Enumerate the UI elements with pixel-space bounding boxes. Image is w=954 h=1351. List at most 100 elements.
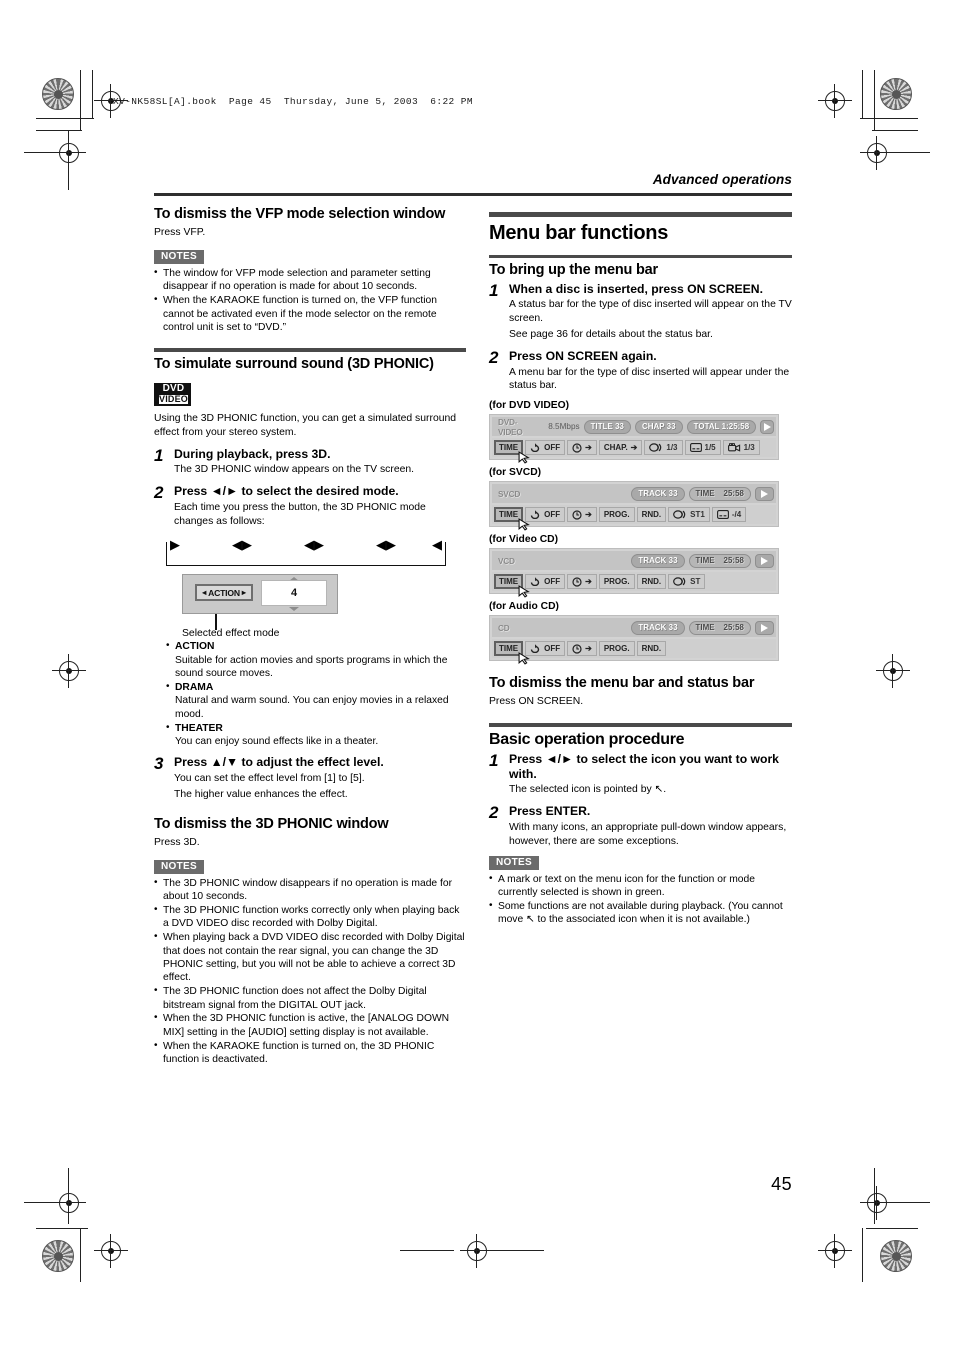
step-3-3d: 3 Press ▲/▼ to adjust the effect level. … bbox=[154, 755, 466, 801]
menu-button-label: RND. bbox=[641, 510, 662, 520]
panel-callout: Selected effect mode bbox=[182, 614, 382, 640]
menu-button-time[interactable]: TIME bbox=[494, 507, 524, 523]
step-title: When a disc is inserted, press ON SCREEN… bbox=[509, 281, 763, 296]
disc-type-label: VCD bbox=[498, 555, 515, 566]
menu-bar-row: TIME OFF ➔ CHAP. ➔ 1/3 1/5 1/3 bbox=[492, 438, 776, 464]
bitrate-label: 8.5Mbps bbox=[548, 422, 580, 432]
step-title: During playback, press 3D. bbox=[174, 446, 331, 461]
step-number: 1 bbox=[489, 751, 499, 771]
menu-button-label: TIME bbox=[499, 443, 519, 453]
step-desc-line1: A menu bar for the type of disc inserted… bbox=[509, 366, 790, 392]
menu-button-label: PROG. bbox=[603, 510, 630, 520]
menu-button-label: TIME bbox=[499, 510, 519, 520]
heading-3d-phonic: To simulate surround sound (3D PHONIC) bbox=[154, 355, 434, 372]
menu-button-time[interactable]: TIME bbox=[494, 440, 524, 456]
dvd-video-logo-icon: DVD VIDEO bbox=[154, 383, 192, 407]
menu-button-program[interactable]: PROG. bbox=[598, 641, 635, 657]
menu-button-random[interactable]: RND. bbox=[636, 641, 667, 657]
menu-button-label: CHAP. bbox=[603, 443, 628, 453]
track-chip: TRACK 33 bbox=[631, 486, 685, 501]
clock-icon bbox=[572, 644, 582, 654]
menu-button-repeat[interactable]: OFF bbox=[525, 507, 566, 523]
menu-button-repeat[interactable]: OFF bbox=[525, 574, 566, 590]
menu-button-label: OFF bbox=[544, 577, 561, 587]
audio-icon bbox=[673, 577, 686, 586]
step-number: 1 bbox=[154, 445, 164, 465]
play-status-icon bbox=[755, 486, 774, 501]
step-number: 2 bbox=[154, 483, 164, 503]
basic-operation-title: Basic operation procedure bbox=[489, 730, 685, 748]
step-number: 1 bbox=[489, 280, 499, 300]
menu-button-label: RND. bbox=[641, 577, 662, 587]
effect-mode-desc: Natural and warm sound. You can enjoy mo… bbox=[175, 695, 449, 720]
menu-button-program[interactable]: PROG. bbox=[598, 507, 635, 523]
cycle-arrow-start: ▶ bbox=[170, 537, 180, 553]
status-bar-row: CD TRACK 33 TIME 25:58 bbox=[492, 618, 776, 638]
menu-button-value: -/4 bbox=[731, 510, 742, 520]
menu-button-time-search[interactable]: ➔ bbox=[567, 507, 597, 523]
step-desc: Each time you press the button, the 3D P… bbox=[174, 501, 426, 527]
menu-button-program[interactable]: PROG. bbox=[598, 574, 635, 590]
menu-button-arrow: ➔ bbox=[630, 443, 638, 453]
notes-list-3d: The 3D PHONIC window disappears if no op… bbox=[154, 876, 466, 1067]
step-2-menu: 2 Press ON SCREEN again. A menu bar for … bbox=[489, 348, 792, 393]
level-down-caret-icon[interactable] bbox=[289, 607, 299, 612]
menu-button-value: 1/3 bbox=[666, 443, 678, 453]
left-column: To dismiss the VFP mode selection window… bbox=[154, 206, 466, 1067]
repeat-icon bbox=[530, 443, 540, 453]
menu-button-label: OFF bbox=[544, 644, 561, 654]
step-title: Press ON SCREEN again. bbox=[509, 348, 657, 363]
time-chip: TIME 25:58 bbox=[688, 620, 751, 635]
effect-mode-item: DRAMA Natural and warm sound. You can en… bbox=[166, 680, 466, 721]
dvd-logo-line1: DVD bbox=[162, 383, 185, 395]
note-item: When the KARAOKE function is turned on, … bbox=[154, 293, 466, 334]
menu-button-random[interactable]: RND. bbox=[636, 507, 667, 523]
effect-mode-label: ACTION bbox=[208, 587, 240, 598]
menu-button-label: ➔ bbox=[585, 510, 592, 520]
menu-button-repeat[interactable]: OFF bbox=[525, 641, 566, 657]
menu-button-label: ➔ bbox=[585, 577, 592, 587]
status-bar-row: SVCD TRACK 33 TIME 25:58 bbox=[492, 484, 776, 504]
menu-button-subtitle[interactable]: -/4 bbox=[711, 507, 747, 523]
step-title: Press ▲/▼ to adjust the effect level. bbox=[174, 755, 384, 770]
cycle-arrow-1: ◀▶ bbox=[232, 537, 252, 553]
running-head: Advanced operations bbox=[652, 172, 792, 187]
effect-level-value[interactable]: 4 bbox=[261, 580, 327, 607]
menu-button-random[interactable]: RND. bbox=[636, 574, 667, 590]
effect-mode-name: DRAMA bbox=[175, 682, 214, 694]
menu-button-angle[interactable]: 1/3 bbox=[722, 440, 760, 456]
clock-icon bbox=[572, 510, 582, 520]
osd-bar-video-cd: VCD TRACK 33 TIME 25:58 TIME OFF ➔ PROG.… bbox=[489, 548, 779, 598]
section-rule-basic-op bbox=[489, 723, 792, 727]
note-item: The window for VFP mode selection and pa… bbox=[154, 266, 466, 294]
menu-button-audio[interactable]: ST bbox=[668, 574, 706, 590]
osd-caption-vcd: (for Video CD) bbox=[489, 534, 559, 546]
effect-mode-button[interactable]: ◂ ACTION ▸ bbox=[195, 584, 253, 602]
time-chip: TIME 25:58 bbox=[688, 486, 751, 501]
cycle-arrow-3: ◀▶ bbox=[376, 537, 396, 553]
note-item: Some functions are not available during … bbox=[489, 899, 792, 927]
menu-button-audio[interactable]: ST1 bbox=[668, 507, 710, 523]
menu-button-time-search[interactable]: ➔ bbox=[567, 574, 597, 590]
heading-dismiss-3d-window: To dismiss the 3D PHONIC window bbox=[154, 815, 389, 832]
status-bar-row: DVD-VIDEO 8.5Mbps TITLE 33 CHAP 33 TOTAL… bbox=[492, 417, 776, 437]
osd-caption-cd: (for Audio CD) bbox=[489, 601, 559, 613]
callout-text: Selected effect mode bbox=[182, 628, 280, 640]
menu-button-repeat[interactable]: OFF bbox=[525, 440, 566, 456]
menu-button-label: TIME bbox=[499, 577, 519, 587]
menu-button-time-search[interactable]: ➔ bbox=[567, 641, 597, 657]
step-title: Press ◄/► to select the desired mode. bbox=[174, 484, 399, 499]
effect-mode-item: ACTION Suitable for action movies and sp… bbox=[166, 639, 466, 680]
step-desc-line2: See page 36 for details about the status… bbox=[509, 329, 713, 341]
manual-page: Advanced operations To dismiss the VFP m… bbox=[0, 0, 954, 1351]
effect-mode-name: ACTION bbox=[175, 641, 215, 653]
menu-button-time[interactable]: TIME bbox=[494, 641, 524, 657]
step-number: 3 bbox=[154, 754, 164, 774]
menu-button-time-search[interactable]: ➔ bbox=[567, 440, 597, 456]
menu-button-audio[interactable]: 1/3 bbox=[644, 440, 683, 456]
play-status-icon bbox=[755, 553, 774, 568]
menu-button-chapter-search[interactable]: CHAP. ➔ bbox=[598, 440, 643, 456]
menu-button-subtitle[interactable]: 1/5 bbox=[684, 440, 721, 456]
total-time-chip: TOTAL 1:25:58 bbox=[686, 419, 757, 434]
menu-button-time[interactable]: TIME bbox=[494, 574, 524, 590]
